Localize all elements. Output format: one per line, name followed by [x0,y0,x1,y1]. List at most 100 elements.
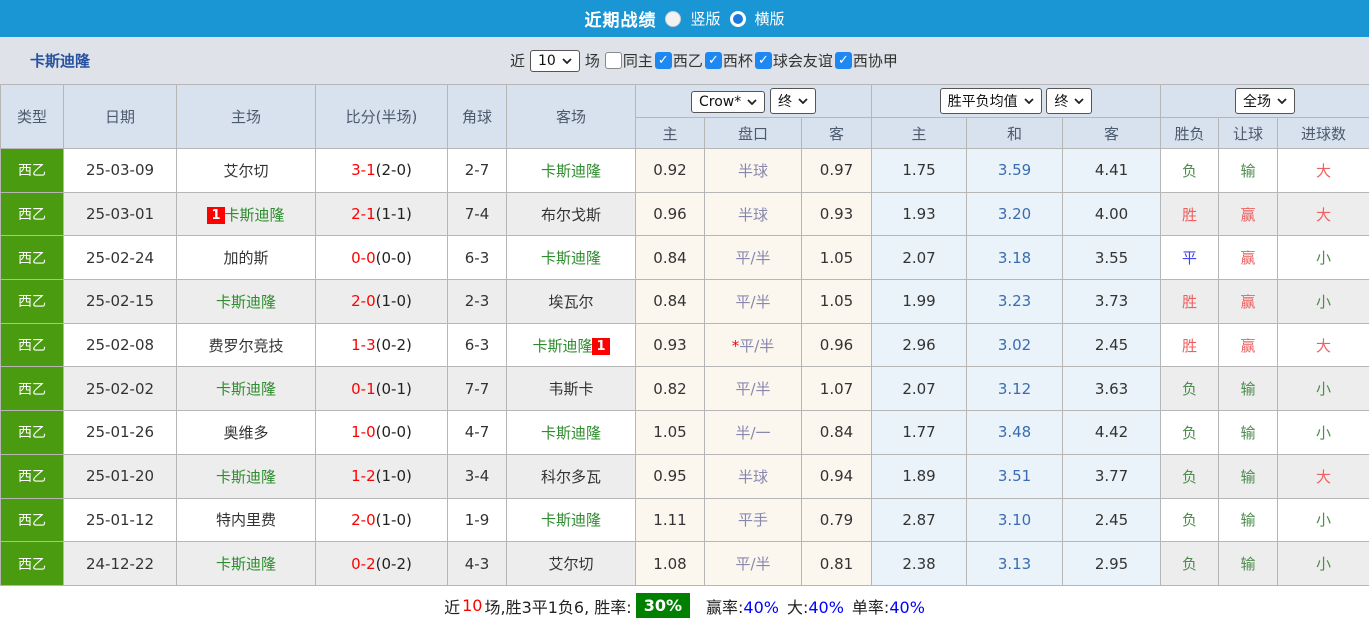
fulltime-select-value: 全场 [1243,91,1271,111]
home-team-cell: 特内里费 [177,498,316,542]
team-name-text: 加的斯 [223,249,268,267]
handicap-cell: 平/半 [705,367,802,411]
handicap-cell: 平手 [705,498,802,542]
handicap-cell: 半球 [705,149,802,193]
team-name-text: 布尔戈斯 [541,206,601,224]
col-header-away: 客场 [507,85,636,149]
score-cell: 2-1(1-1) [316,192,448,236]
col-header-date: 日期 [64,85,177,149]
result-goals-cell: 小 [1278,236,1369,280]
team-name-text: 卡斯迪隆 [541,162,601,180]
team-name-text: 卡斯迪隆 [541,511,601,529]
odds-time-select[interactable]: 终 [770,88,816,114]
score-cell: 0-2(0-2) [316,542,448,586]
radio-vertical-label[interactable]: 竖版 [690,8,720,29]
team-name-text: 卡斯迪隆 [216,468,276,486]
handicap-text: 平/半 [735,249,770,267]
odds-away-cell: 0.81 [802,542,872,586]
result-handicap-cell: 赢 [1219,280,1278,324]
date-cell: 24-12-22 [64,542,177,586]
score-cell: 1-0(0-0) [316,411,448,455]
radio-vertical-icon[interactable] [665,11,681,27]
filter-checkbox-item: 同主 [605,50,653,71]
filter-checkbox-item: ✓球会友谊 [755,50,833,71]
fulltime-select[interactable]: 全场 [1235,88,1295,114]
fulltime-score: 1-3 [351,336,376,354]
avg-select[interactable]: 胜平负均值 [940,88,1042,114]
type-cell: 西乙 [1,149,64,193]
score-cell: 0-1(0-1) [316,367,448,411]
away-team-cell: 布尔戈斯 [507,192,636,236]
handicap-text: 平手 [738,511,768,529]
page-title: 近期战绩 [584,6,656,31]
halftime-score: (0-0) [376,249,412,267]
bookmaker-select[interactable]: Crow* [691,91,765,113]
chevron-down-icon [1024,98,1034,104]
avg-home-cell: 2.07 [872,367,967,411]
radio-horizontal-label[interactable]: 横版 [755,8,785,29]
chevron-down-icon [562,58,572,64]
filter-checkbox-label: 西乙 [673,50,703,71]
avg-time-select[interactable]: 终 [1046,88,1092,114]
result-outcome-cell: 胜 [1161,323,1219,367]
away-team-cell: 卡斯迪隆 [507,149,636,193]
near-games-select[interactable]: 10 [530,50,580,72]
halftime-score: (1-0) [376,467,412,485]
summary-near-count: 10 [462,596,482,615]
halftime-score: (0-2) [376,336,412,354]
chevron-down-icon [1277,98,1287,104]
score-cell: 2-0(1-0) [316,280,448,324]
date-cell: 25-03-09 [64,149,177,193]
near-label: 近 [510,50,525,71]
fulltime-score: 0-2 [351,555,376,573]
odds-away-cell: 1.05 [802,280,872,324]
avg-time-select-value: 终 [1054,91,1068,111]
avg-home-cell: 2.87 [872,498,967,542]
footer-stat-label: 单率: [852,598,889,617]
team-badge: 1 [592,338,609,355]
team-name-text: 科尔多瓦 [541,468,601,486]
col-header-corner: 角球 [448,85,507,149]
avg-away-cell: 2.95 [1063,542,1161,586]
score-cell: 1-3(0-2) [316,323,448,367]
footer-stat-label: 赢率: [706,598,743,617]
checkbox-checked-icon[interactable]: ✓ [755,52,772,69]
result-handicap-cell: 输 [1219,498,1278,542]
odds-home-cell: 1.08 [636,542,705,586]
odds-away-cell: 0.97 [802,149,872,193]
avg-draw-cell: 3.20 [967,192,1063,236]
home-team-cell: 1卡斯迪隆 [177,192,316,236]
match-row: 西乙24-12-22卡斯迪隆0-2(0-2)4-3艾尔切1.08平/半0.812… [1,542,1369,586]
radio-horizontal-icon[interactable] [730,11,746,27]
team-name-link[interactable]: 卡斯迪隆 [0,50,90,71]
result-goals-cell: 小 [1278,280,1369,324]
checkbox-checked-icon[interactable]: ✓ [705,52,722,69]
footer-stat-value: 40% [743,598,779,617]
result-handicap-cell: 赢 [1219,192,1278,236]
avg-draw-cell: 3.12 [967,367,1063,411]
halftime-score: (1-1) [376,205,412,223]
handicap-text: 平/半 [735,555,770,573]
team-name-text: 卡斯迪隆 [541,424,601,442]
col-header-avg-draw: 和 [967,118,1063,149]
fulltime-score: 1-0 [351,423,376,441]
checkbox-checked-icon[interactable]: ✓ [835,52,852,69]
footer-stat-value: 40% [889,598,925,617]
odds-away-cell: 1.05 [802,236,872,280]
avg-draw-cell: 3.02 [967,323,1063,367]
type-cell: 西乙 [1,192,64,236]
avg-away-cell: 2.45 [1063,323,1161,367]
footer-stat: 单率:40% [852,594,925,618]
odds-home-cell: 0.93 [636,323,705,367]
fulltime-score: 0-0 [351,249,376,267]
col-header-handicap-result: 让球 [1219,118,1278,149]
corner-cell: 7-7 [448,367,507,411]
fulltime-score: 0-1 [351,380,376,398]
result-handicap-cell: 输 [1219,149,1278,193]
date-cell: 25-02-02 [64,367,177,411]
checkbox-checked-icon[interactable]: ✓ [655,52,672,69]
halftime-score: (1-0) [376,511,412,529]
checkbox-unchecked-icon[interactable] [605,52,622,69]
fulltime-score: 2-0 [351,511,376,529]
result-handicap-cell: 赢 [1219,236,1278,280]
